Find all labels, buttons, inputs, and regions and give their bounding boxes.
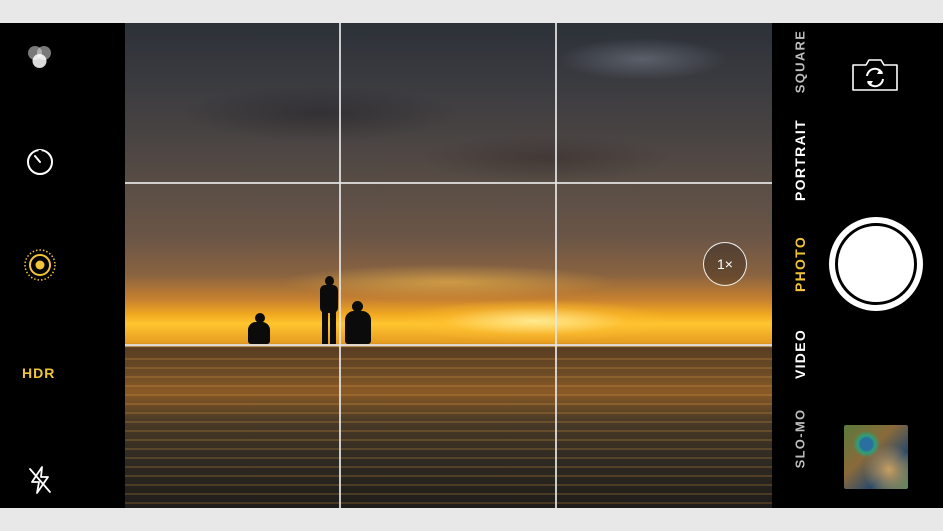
last-photo-thumbnail[interactable] (844, 425, 908, 489)
grid-line-horizontal (125, 344, 772, 346)
mode-photo[interactable]: PHOTO (792, 214, 808, 314)
right-control-bar: SQUARE PORTRAIT PHOTO VIDEO SLO-MO (772, 23, 943, 508)
flash-off-icon[interactable] (26, 465, 54, 495)
left-control-bar: HDR (0, 23, 125, 508)
grid-line-vertical (339, 23, 341, 508)
mode-portrait[interactable]: PORTRAIT (792, 110, 808, 210)
live-photo-icon[interactable] (22, 247, 58, 283)
sky-clouds (125, 23, 772, 324)
camera-viewfinder[interactable]: 1× (125, 23, 772, 508)
mode-slo-mo[interactable]: SLO-MO (793, 389, 808, 489)
grid-line-horizontal (125, 182, 772, 184)
water-ripples (125, 358, 772, 508)
camera-app: HDR 1× SQUARE PORTRAIT PHOTO VIDEO SLO-M… (0, 23, 943, 508)
filters-icon[interactable] (24, 43, 56, 75)
hdr-toggle[interactable]: HDR (22, 365, 55, 381)
sunset-glow (405, 301, 665, 341)
switch-camera-icon[interactable] (850, 55, 900, 93)
zoom-button[interactable]: 1× (703, 242, 747, 286)
shutter-inner-ring (835, 223, 917, 305)
mode-square[interactable]: SQUARE (793, 12, 808, 112)
timer-icon[interactable] (24, 146, 56, 178)
grid-line-vertical (555, 23, 557, 508)
shutter-button[interactable] (829, 217, 923, 311)
